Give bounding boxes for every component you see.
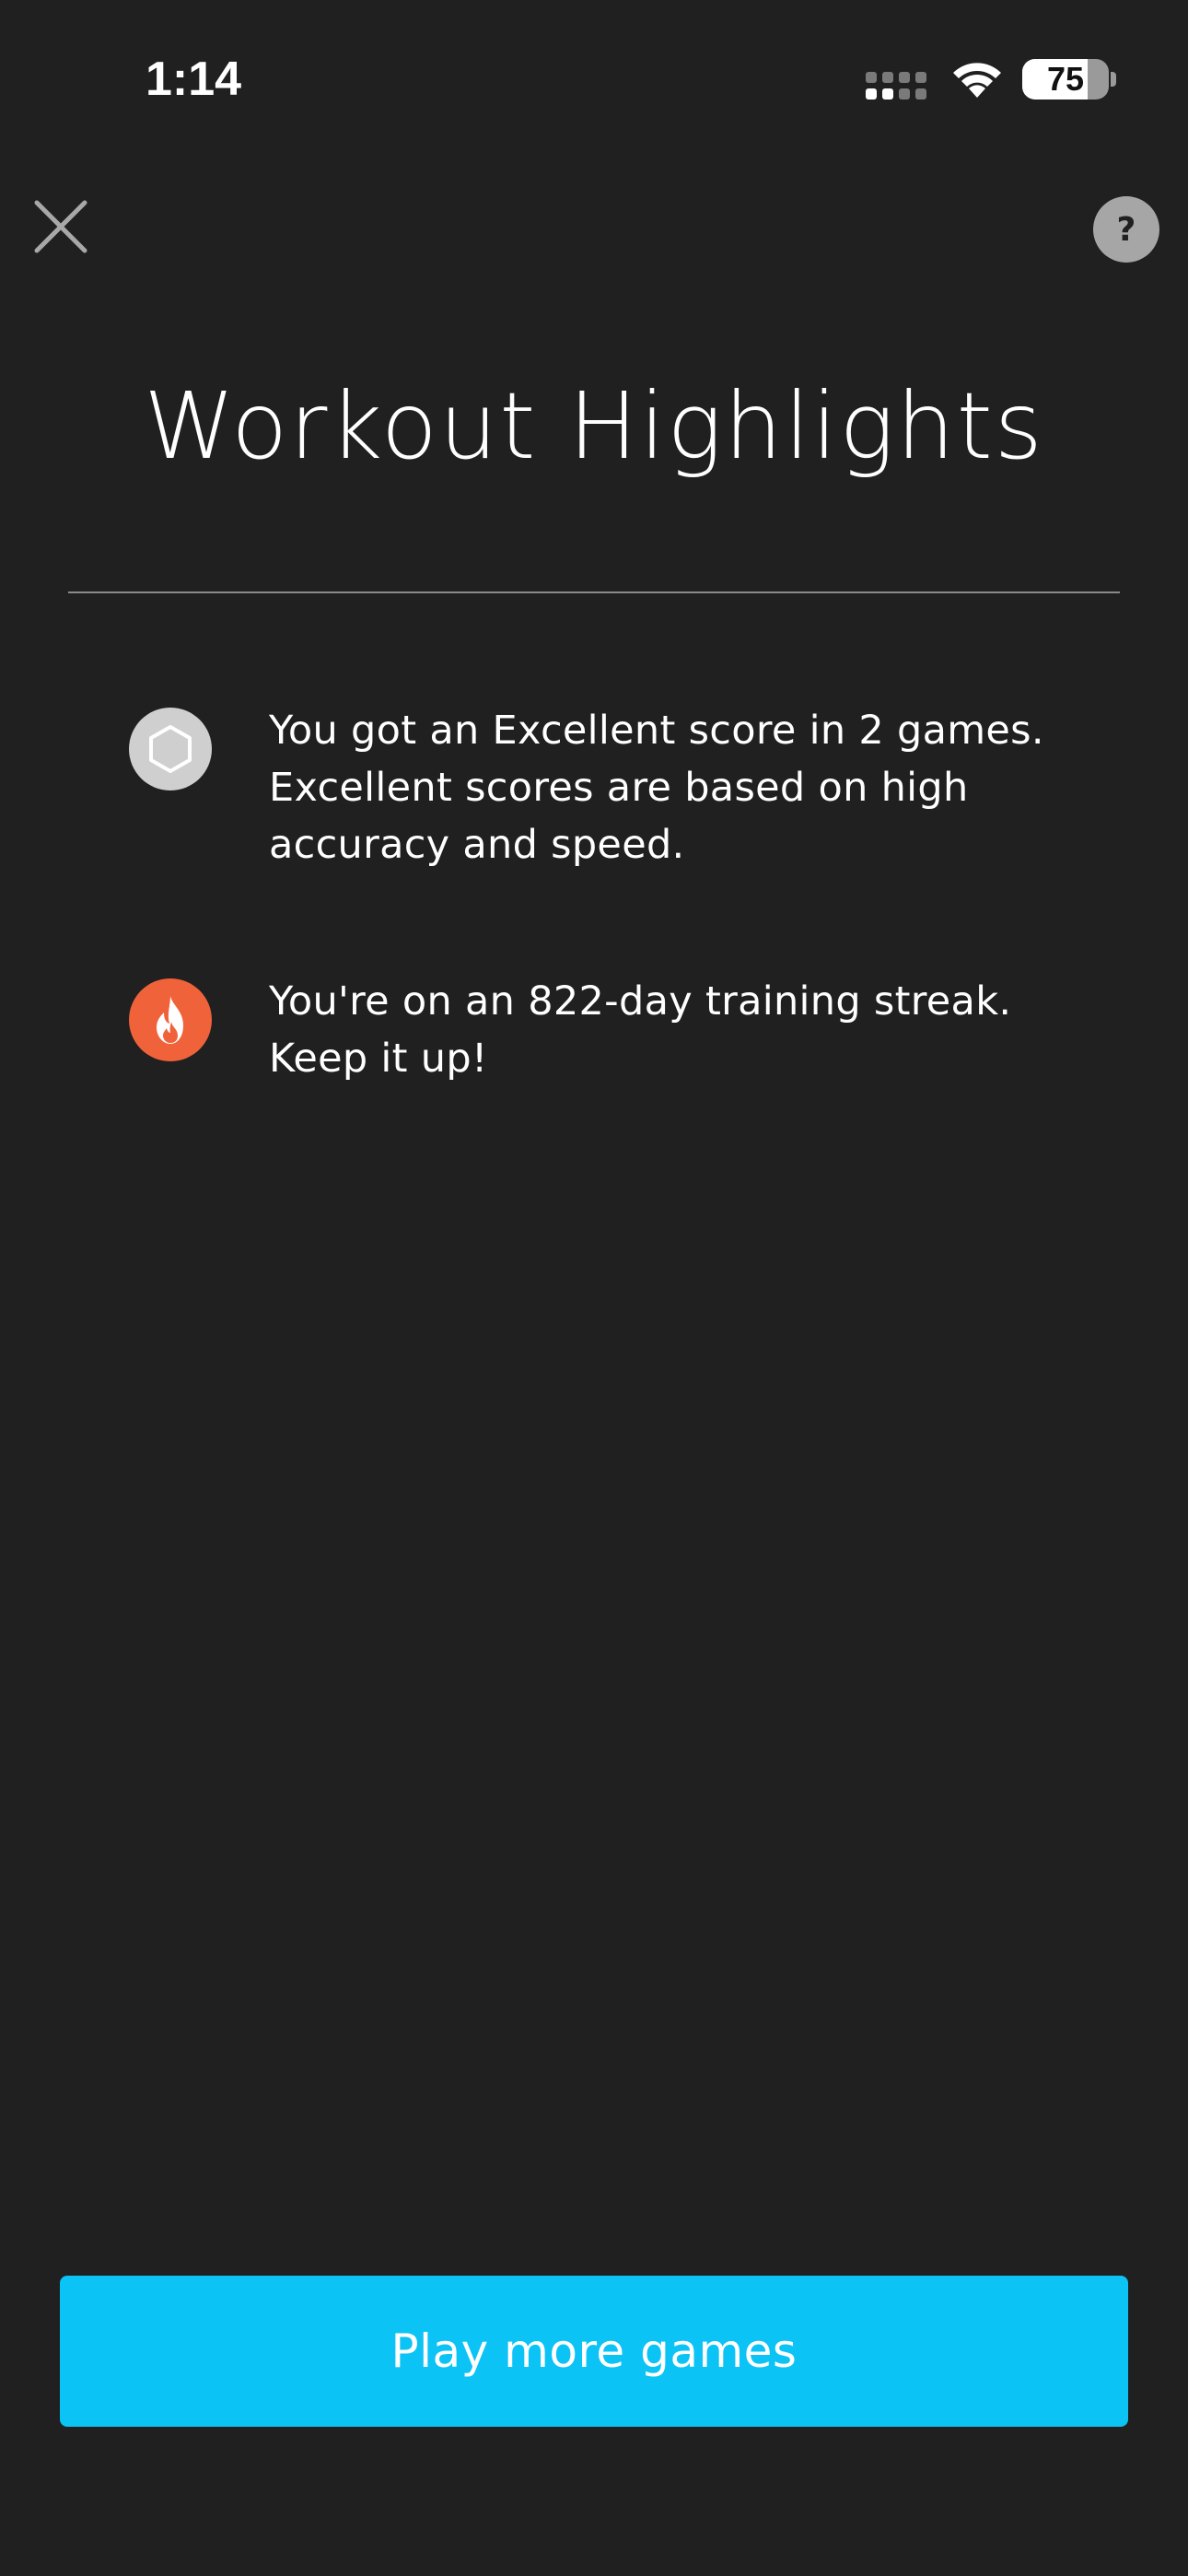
battery-icon: 75 [1022,59,1109,100]
highlight-text: You're on an 822-day training streak. Ke… [269,978,1012,1082]
page-title: Workout Highlights [144,372,1044,480]
title-divider [68,591,1120,593]
wifi-icon [953,63,1001,98]
status-time: 1:14 [146,53,242,106]
highlight-text: You got an Excellent score in 2 games. E… [269,708,1044,868]
play-more-games-button[interactable]: Play more games [60,2276,1128,2427]
close-icon [34,200,87,253]
battery-level: 75 [1046,60,1085,98]
battery-cap [1111,72,1116,87]
excellent-hexagon-icon [129,708,212,790]
flame-icon [129,978,212,1061]
signal-icon [866,72,926,100]
close-button[interactable] [28,193,94,260]
help-button[interactable]: ? [1093,196,1159,263]
